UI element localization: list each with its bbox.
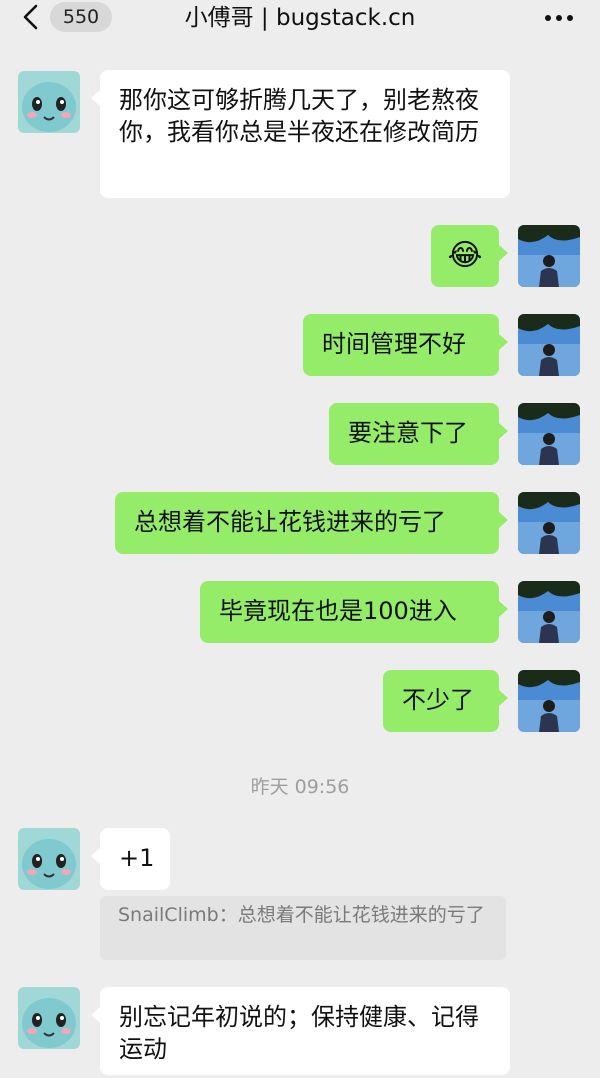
message-bubble[interactable]: 不少了 xyxy=(383,670,508,732)
self-avatar[interactable] xyxy=(518,670,580,732)
message-bubble[interactable]: 毕竟现在也是100进入 xyxy=(200,581,508,643)
contact-avatar[interactable] xyxy=(18,828,80,890)
contact-avatar[interactable] xyxy=(18,987,80,1049)
message-bubble[interactable]: 要注意下了 xyxy=(329,403,508,465)
contact-avatar[interactable] xyxy=(18,71,80,133)
message-bubble[interactable]: 别忘记年初说的；保持健康、记得运动 xyxy=(91,987,510,1075)
quoted-message[interactable]: SnailClimb：总想着不能让花钱进来的亏了 xyxy=(100,896,506,960)
self-avatar[interactable] xyxy=(518,581,580,643)
self-avatar[interactable] xyxy=(518,492,580,554)
self-avatar[interactable] xyxy=(518,314,580,376)
message-timestamp: 昨天 09:56 xyxy=(250,776,350,798)
chat-title: 小傅哥 | bugstack.cn xyxy=(184,5,416,31)
message-bubble[interactable]: 总想着不能让花钱进来的亏了 xyxy=(115,492,508,554)
message-bubble[interactable]: +1 xyxy=(91,828,170,890)
unread-count-badge[interactable]: 550 xyxy=(50,2,112,32)
back-chevron-icon[interactable] xyxy=(20,4,42,30)
message-bubble[interactable]: 时间管理不好 xyxy=(303,314,508,376)
self-avatar[interactable] xyxy=(518,225,580,287)
self-avatar[interactable] xyxy=(518,403,580,465)
more-options-icon[interactable] xyxy=(542,8,576,28)
message-bubble[interactable]: 那你这可够折腾几天了，别老熬夜你，我看你总是半夜还在修改简历 xyxy=(91,70,510,198)
chat-header: 550 小傅哥 | bugstack.cn xyxy=(0,0,600,36)
emoji-bubble[interactable]: 😂 xyxy=(431,225,508,287)
